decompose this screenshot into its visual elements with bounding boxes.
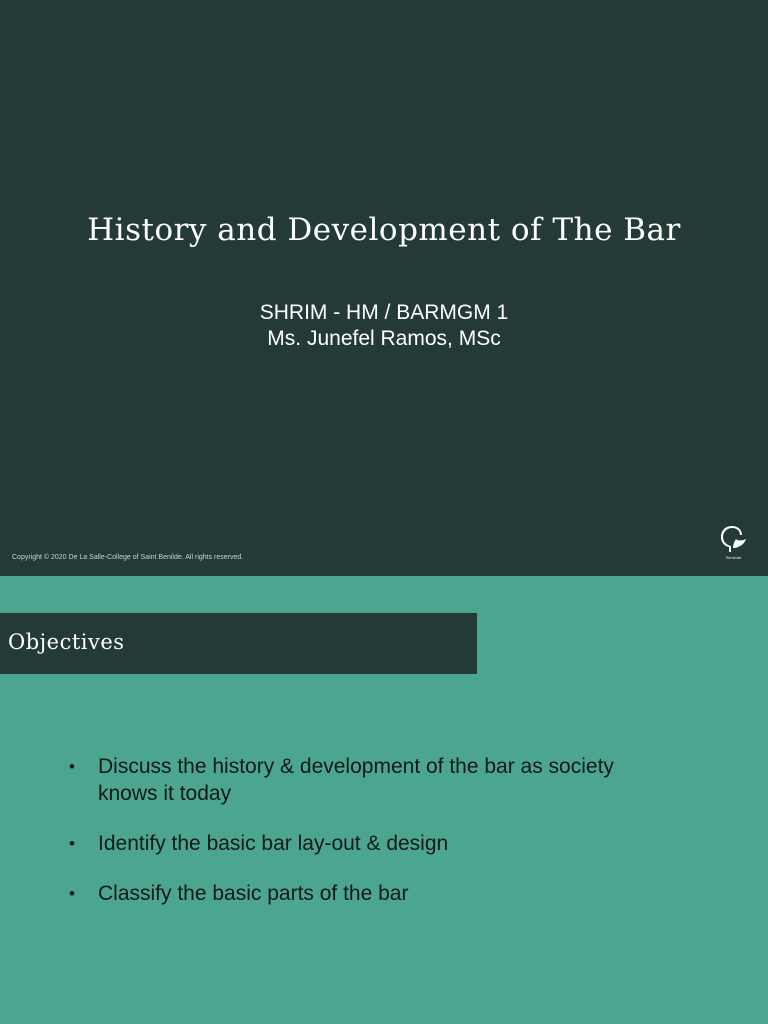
title-slide: History and Development of The Bar SHRIM… — [0, 0, 768, 576]
list-item: • Identify the basic bar lay-out & desig… — [66, 830, 626, 857]
logo-wordmark: Benilde — [726, 555, 742, 560]
objectives-heading: Objectives — [8, 630, 125, 654]
list-item-text: Discuss the history & development of the… — [98, 755, 614, 805]
heading-bar: Objectives — [0, 613, 477, 674]
course-code: SHRIM - HM / BARMGM 1 — [259, 301, 509, 324]
copyright-notice: Copyright © 2020 De La Salle-College of … — [12, 554, 244, 561]
bullet-icon: • — [69, 834, 75, 853]
objectives-slide: Objectives • Discuss the history & devel… — [0, 576, 768, 1024]
list-item: • Classify the basic parts of the bar — [66, 880, 626, 907]
instructor-name: Ms. Junefel Ramos, MSc — [267, 327, 501, 350]
list-item-text: Identify the basic bar lay-out & design — [98, 832, 449, 855]
objectives-list: • Discuss the history & development of t… — [66, 753, 626, 930]
bullet-icon: • — [69, 884, 75, 903]
list-item-text: Classify the basic parts of the bar — [98, 882, 409, 905]
list-item: • Discuss the history & development of t… — [66, 753, 626, 807]
bullet-icon: • — [69, 757, 75, 776]
benilde-logo-icon: Benilde — [712, 520, 756, 564]
slide-subtitle: SHRIM - HM / BARMGM 1 Ms. Junefel Ramos,… — [0, 300, 768, 352]
slide-title: History and Development of The Bar — [87, 212, 681, 248]
